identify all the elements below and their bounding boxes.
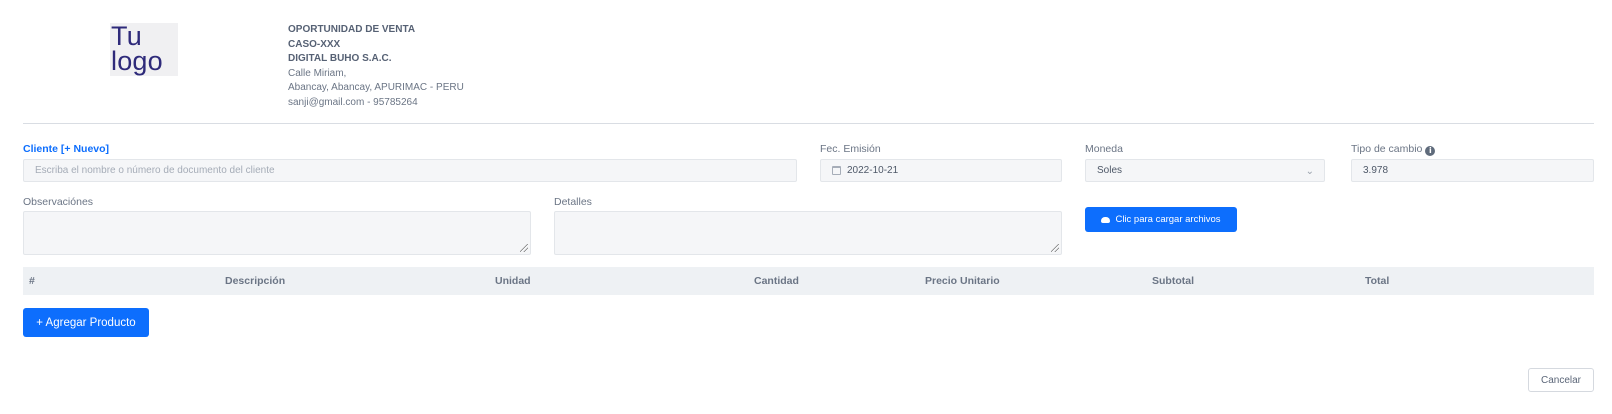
column-header-unit: Unidad (495, 275, 531, 287)
sale-opportunity-page: Tu logo OPORTUNIDAD DE VENTA CASO-XXX DI… (0, 0, 1612, 414)
company-name: DIGITAL BUHO S.A.C. (288, 53, 392, 65)
client-search-placeholder: Escriba el nombre o número de documento … (35, 165, 275, 176)
column-header-total: Total (1365, 275, 1390, 287)
issue-date-input[interactable]: 2022-10-21 (820, 159, 1062, 182)
company-location: Abancay, Abancay, APURIMAC - PERU (288, 82, 464, 94)
column-header-description: Descripción (225, 275, 286, 287)
company-address: Calle Miriam, (288, 67, 347, 79)
observations-label: Observaciónes (23, 196, 94, 208)
exchange-rate-label: Tipo de cambio i (1351, 143, 1436, 156)
currency-select[interactable]: Soles ⌄ (1085, 159, 1325, 182)
cloud-upload-icon (1101, 216, 1111, 223)
case-code: CASO-XXX (288, 38, 341, 50)
resize-grip-icon[interactable] (1051, 244, 1059, 252)
client-label[interactable]: Cliente [+ Nuevo] (23, 143, 109, 155)
info-icon[interactable]: i (1425, 146, 1436, 156)
exchange-rate-input[interactable]: 3.978 (1351, 159, 1594, 182)
document-type: OPORTUNIDAD DE VENTA (288, 24, 416, 35)
column-header-number: # (29, 275, 35, 287)
company-contact: sanji@gmail.com - 95785264 (288, 96, 418, 108)
calendar-icon (832, 166, 841, 175)
exchange-rate-value: 3.978 (1363, 165, 1389, 176)
exchange-rate-label-text: Tipo de cambio (1351, 143, 1423, 155)
resize-grip-icon[interactable] (520, 244, 528, 252)
upload-files-label: Clic para cargar archivos (1115, 214, 1221, 225)
observations-textarea[interactable] (23, 211, 531, 255)
products-table-header: # Descripción Unidad Cantidad Precio Uni… (23, 267, 1594, 295)
client-search-input[interactable]: Escriba el nombre o número de documento … (23, 159, 797, 182)
header-divider (23, 123, 1594, 124)
column-header-subtotal: Subtotal (1152, 275, 1194, 287)
details-label: Detalles (554, 196, 592, 208)
currency-value: Soles (1097, 165, 1123, 176)
upload-files-button[interactable]: Clic para cargar archivos (1085, 207, 1237, 232)
details-textarea[interactable] (554, 211, 1062, 255)
column-header-unit-price: Precio Unitario (925, 275, 1000, 287)
logo-line-2: logo (111, 46, 163, 76)
add-product-button[interactable]: + Agregar Producto (23, 308, 149, 337)
column-header-quantity: Cantidad (754, 275, 799, 287)
company-logo: Tu logo (110, 23, 178, 76)
cancel-button[interactable]: Cancelar (1528, 368, 1594, 392)
company-info: OPORTUNIDAD DE VENTA CASO-XXX DIGITAL BU… (288, 23, 464, 111)
issue-date-value: 2022-10-21 (847, 165, 899, 176)
currency-label: Moneda (1085, 143, 1123, 155)
issue-date-label: Fec. Emisión (820, 143, 881, 155)
chevron-down-icon: ⌄ (1305, 166, 1314, 177)
